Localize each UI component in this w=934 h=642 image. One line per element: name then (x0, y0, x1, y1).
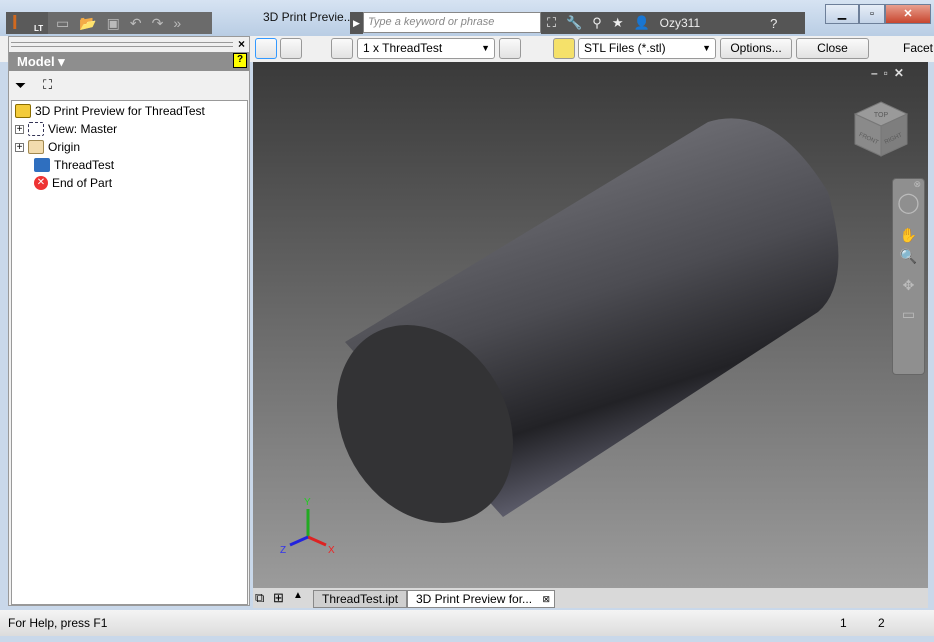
y-axis-label: Y (304, 497, 311, 508)
star-icon[interactable]: ★ (612, 15, 624, 31)
close-button[interactable]: Close (796, 38, 869, 59)
tab-3d-print-preview[interactable]: 3D Print Preview for... ⊠ (407, 590, 556, 608)
tree-item[interactable]: ✕ End of Part (34, 174, 112, 192)
close-window-button[interactable]: ✕ (885, 4, 931, 24)
more-icon[interactable]: » (173, 15, 181, 31)
search-input[interactable]: Type a keyword or phrase (363, 12, 541, 33)
tree-item-label: View: Master (48, 122, 118, 136)
tile-icon[interactable]: ⊞ (273, 590, 284, 606)
previous-part-icon[interactable] (331, 38, 353, 59)
facet-label: Facet (903, 41, 934, 55)
axis-triad: Y X Z (280, 497, 335, 556)
options-button[interactable]: Options... (720, 38, 792, 59)
satellite-icon[interactable]: ⚲ (592, 15, 602, 31)
part-select[interactable]: 1 x ThreadTest (357, 38, 495, 59)
view-icon (28, 122, 44, 136)
panel-grip[interactable] (11, 42, 233, 47)
expand-icon[interactable]: + (15, 142, 24, 152)
format-select[interactable]: STL Files (*.stl) (578, 38, 716, 59)
close-tab-icon[interactable]: ⊠ (543, 591, 551, 607)
viewcube[interactable]: TOP FRONT RIGHT (853, 101, 909, 157)
tree-item-label: ThreadTest (54, 158, 115, 172)
tab-label: 3D Print Preview for... (416, 592, 533, 606)
print-preview-icon[interactable] (255, 38, 277, 59)
end-of-part-icon: ✕ (34, 176, 48, 190)
model-tree: 3D Print Preview for ThreadTest + View: M… (11, 100, 248, 605)
navigation-bar: ⊗ ◯ ✋ 🔍 ✥ ▭ (892, 178, 925, 375)
derived-part-icon (34, 158, 50, 172)
maximize-button[interactable]: ▫ (859, 4, 885, 24)
undo-icon[interactable]: ↶ (130, 15, 142, 32)
panel-header[interactable]: Model ▾ (9, 52, 249, 71)
model-canvas: Y X Z TOP FRONT RIGHT (280, 101, 909, 556)
viewport-window-controls[interactable]: –▫✕ (871, 66, 910, 80)
zoom-icon[interactable]: 🔍 (893, 248, 924, 265)
tab-threadtest[interactable]: ThreadTest.ipt (313, 590, 408, 608)
z-axis-label: Z (280, 545, 286, 556)
window-title: 3D Print Previe... (263, 10, 354, 24)
pan-icon[interactable]: ✋ (893, 227, 924, 244)
binoculars-icon[interactable]: ⛶ (547, 15, 556, 31)
cascade-icon[interactable]: ⧉ (255, 590, 264, 606)
application-menu-button[interactable]: I LT (6, 12, 48, 34)
status-bar: For Help, press F1 1 2 (0, 610, 934, 636)
close-navbar-icon[interactable]: ⊗ (893, 179, 924, 190)
help-icon[interactable]: ? (770, 16, 777, 31)
user-icon[interactable]: 👤 (633, 15, 649, 31)
export-icon[interactable] (553, 38, 575, 59)
tree-item[interactable]: 3D Print Preview for ThreadTest (15, 102, 205, 120)
infocenter-bar: ⛶ 🔧 ⚲ ★ 👤 Ozy311? (541, 12, 805, 34)
tree-item[interactable]: + Origin (15, 138, 80, 156)
settings-icon[interactable] (280, 38, 302, 59)
steering-wheel-icon[interactable]: ◯ (893, 190, 924, 215)
expand-arrow-icon[interactable]: ▶ (350, 12, 363, 34)
document-tab-bar: ⧉ ⊞ ▲ ThreadTest.ipt 3D Print Preview fo… (253, 588, 928, 608)
x-axis-label: X (328, 545, 335, 556)
open-icon[interactable]: 📂 (79, 15, 96, 32)
user-name[interactable]: Ozy311 (660, 16, 700, 30)
status-count-1: 1 (840, 616, 847, 630)
key-icon[interactable]: 🔧 (566, 15, 582, 31)
model-browser: × Model ▾ ? ⏷ ⛶ 3D Print Preview for Thr… (8, 36, 250, 606)
help-icon[interactable]: ? (233, 53, 247, 68)
tree-item-label: Origin (48, 140, 81, 154)
graphics-viewport[interactable]: Y X Z TOP FRONT RIGHT –▫✕ ⊗ ◯ ✋ 🔍 ✥ ▭ (253, 62, 928, 588)
orbit-icon[interactable]: ✥ (893, 277, 924, 294)
next-part-icon[interactable] (499, 38, 521, 59)
expand-icon[interactable]: + (15, 124, 24, 134)
status-help-text: For Help, press F1 (8, 616, 108, 630)
app-logo: I (12, 12, 18, 34)
panel-title: Model (17, 54, 55, 69)
part-icon (15, 104, 31, 118)
tree-item-label: 3D Print Preview for ThreadTest (35, 104, 205, 118)
tree-item-label: End of Part (52, 176, 113, 190)
tree-item[interactable]: + View: Master (15, 120, 117, 138)
save-icon[interactable]: ▣ (107, 15, 120, 32)
window-controls: ▁ ▫ ✕ (825, 4, 931, 24)
minimize-button[interactable]: ▁ (825, 4, 859, 24)
status-count-2: 2 (878, 616, 885, 630)
look-at-icon[interactable]: ▭ (893, 306, 924, 323)
find-icon[interactable]: ⛶ (43, 77, 52, 93)
quick-access-toolbar: ▭ 📂 ▣ ↶ ↷ » (48, 12, 212, 34)
viewcube-top-label[interactable]: TOP (874, 112, 889, 119)
tree-item[interactable]: ThreadTest (34, 156, 114, 174)
tab-list-icon[interactable]: ▲ (293, 590, 303, 601)
title-bar: I LT ▭ 📂 ▣ ↶ ↷ » 3D Print Previe... ▶ Type a k… (0, 0, 934, 36)
new-icon[interactable]: ▭ (56, 15, 69, 32)
folder-icon (28, 140, 44, 154)
close-panel-icon[interactable]: × (238, 37, 245, 51)
redo-icon[interactable]: ↷ (152, 15, 164, 32)
filter-icon[interactable]: ⏷ (15, 77, 26, 94)
